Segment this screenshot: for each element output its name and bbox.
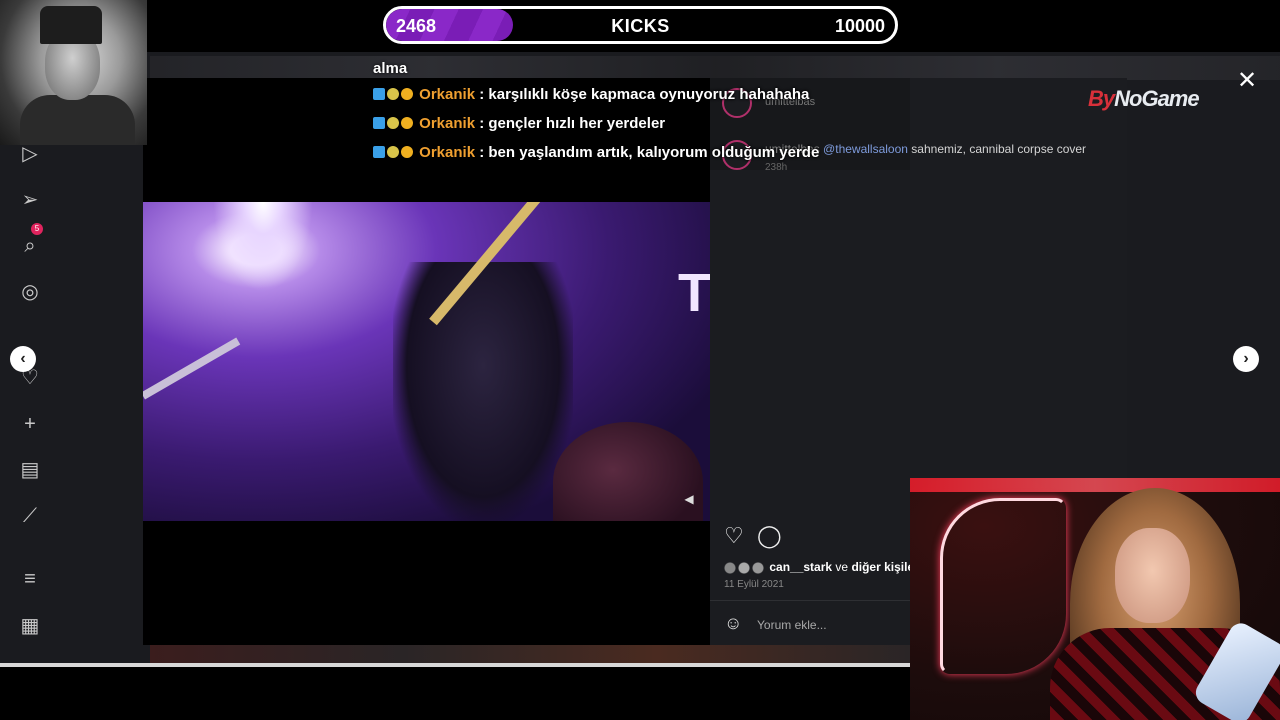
menu-icon[interactable]: ≡ <box>18 567 42 591</box>
apps-icon[interactable]: ▦ <box>18 614 42 638</box>
portrait-body <box>20 95 135 145</box>
chat-username: Orkanik <box>419 144 476 161</box>
stage-light <box>213 202 313 292</box>
bass-guitar-neck <box>143 337 241 400</box>
likes-connector: ve <box>835 560 849 574</box>
create-icon[interactable]: + <box>18 412 42 436</box>
guitarist-figure <box>393 262 573 521</box>
direct-message-icon[interactable]: ➢ <box>18 188 42 212</box>
saluting-portrait-photo <box>0 0 147 145</box>
chat-badge-icon <box>401 117 413 129</box>
kick-goal-target: 10000 <box>834 16 885 36</box>
comment-input[interactable] <box>755 614 919 636</box>
liker-username[interactable]: can__stark <box>769 560 832 574</box>
comment-icon[interactable]: ◯ <box>757 524 782 548</box>
chat-text: : ben yaşlandım artık, kalıyorum olduğum… <box>479 144 820 161</box>
caption-text: sahnemiz, cannibal corpse cover <box>911 142 1087 156</box>
chat-message-partial: alma <box>373 60 408 77</box>
previous-post-button[interactable]: ‹ <box>10 346 36 372</box>
chat-badge-icon <box>387 88 399 100</box>
kick-goal-progress: 2468 KICKS 10000 <box>383 6 898 44</box>
chat-badge-icon <box>401 88 413 100</box>
stage-sign-letter: T <box>678 263 710 323</box>
portrait-hat <box>40 6 102 44</box>
next-post-button[interactable]: › <box>1233 346 1259 372</box>
chat-message: Orkanik : gençler hızlı her yerdeler <box>373 112 933 141</box>
search-icon[interactable]: ⌕ <box>18 234 42 258</box>
chat-badge-icon <box>373 88 385 100</box>
chat-text: : gençler hızlı her yerdeler <box>479 115 666 132</box>
chat-username: Orkanik <box>419 86 476 103</box>
like-icon[interactable]: ♡ <box>724 524 748 548</box>
profile-grid-strip-bottom <box>150 644 910 664</box>
streamer-webcam <box>910 478 1280 720</box>
post-video[interactable]: T ◀ <box>143 202 710 521</box>
reels-icon[interactable]: ▷ <box>18 142 42 166</box>
streamer-face <box>1115 528 1190 623</box>
dashboard-icon[interactable]: ▤ <box>18 458 42 482</box>
bynogame-logo: ByNoGame <box>1088 86 1200 112</box>
chat-message: Orkanik : karşılıklı köşe kapmaca oynuyo… <box>373 83 933 112</box>
post-date: 11 Eylül 2021 <box>724 579 784 590</box>
mute-icon[interactable]: ◀ <box>680 490 698 508</box>
bynogame-logo-second: NoGame <box>1114 86 1199 111</box>
chat-badge-icon <box>373 146 385 158</box>
stream-chat-overlay: alma Orkanik : karşılıklı köşe kapmaca o… <box>373 60 933 170</box>
chat-badge-icon <box>387 117 399 129</box>
liker-avatars <box>724 560 766 575</box>
kick-goal-label: KICKS <box>611 16 670 36</box>
neon-wire-decor <box>940 498 1066 674</box>
neon-light-strip <box>910 478 1280 492</box>
chat-message: Orkanik : ben yaşlandım artık, kalıyorum… <box>373 141 933 170</box>
chat-badge-icon <box>387 146 399 158</box>
notification-badge: 5 <box>31 223 43 235</box>
close-button[interactable]: ✕ <box>1236 69 1258 93</box>
kick-goal-bar: 2468 KICKS 10000 <box>0 0 1280 52</box>
chat-text: : karşılıklı köşe kapmaca oynuyoruz haha… <box>479 86 810 103</box>
likes-summary: can__stark ve diğer kişiler b <box>724 560 929 575</box>
chat-badge-icon <box>401 146 413 158</box>
bynogame-logo-first: By <box>1088 86 1115 111</box>
chat-username: Orkanik <box>419 115 476 132</box>
chat-badge-icon <box>373 117 385 129</box>
explore-icon[interactable]: ◎ <box>18 280 42 304</box>
threads-icon[interactable]: ⟋ <box>18 504 42 528</box>
emoji-icon[interactable]: ☺ <box>724 613 744 633</box>
